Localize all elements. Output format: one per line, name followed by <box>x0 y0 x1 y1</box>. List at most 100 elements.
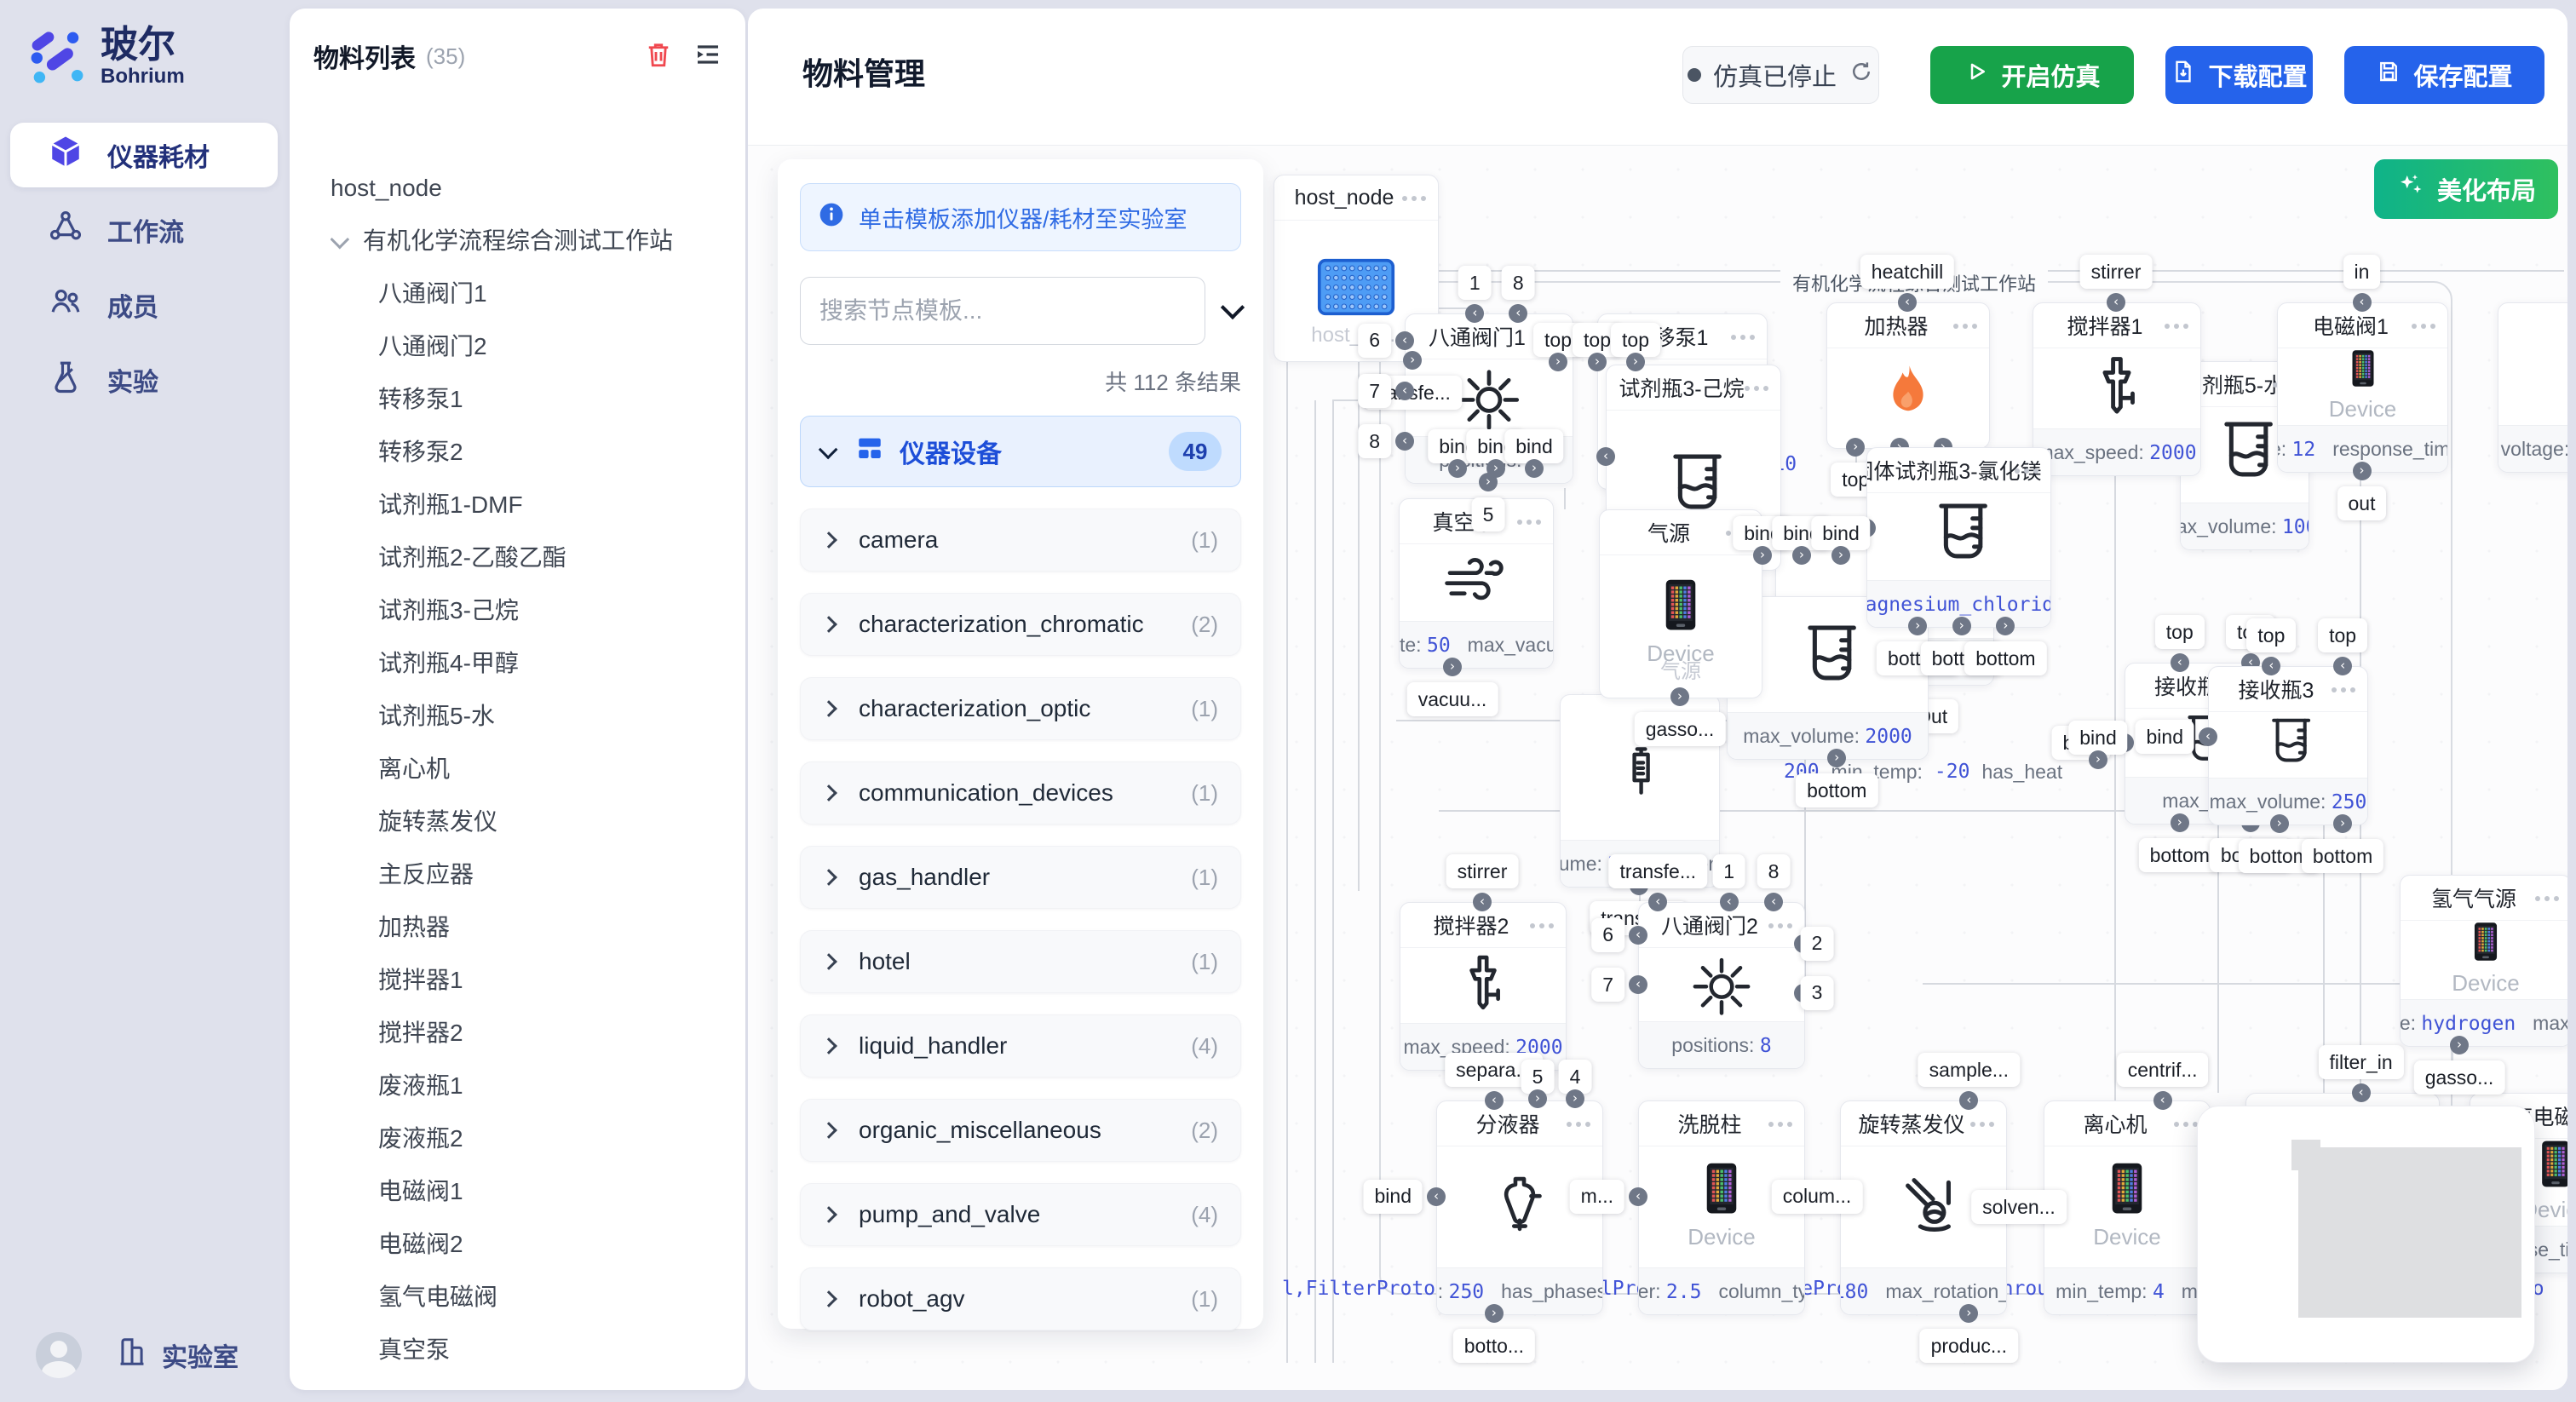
port-connector-icon[interactable]: › <box>1626 353 1645 371</box>
port-pill[interactable]: top <box>2318 618 2367 652</box>
port-connector-icon[interactable]: ‹ <box>2352 1083 2371 1102</box>
port-pill[interactable]: colum... <box>1772 1180 1863 1214</box>
port-pill[interactable]: bind <box>1504 429 1563 463</box>
canvas-node-搅拌器1[interactable]: 搅拌器1max_speed: 2000 <box>2033 302 2201 476</box>
port-pill[interactable]: bottom <box>2302 839 2383 873</box>
port-pill[interactable]: 5 <box>1472 497 1505 531</box>
node-menu-icon[interactable] <box>2332 687 2355 692</box>
port-connector-icon[interactable]: › <box>1792 546 1811 565</box>
port-pill[interactable]: transfe... <box>1609 854 1707 888</box>
port-pill[interactable]: out <box>2337 486 2387 520</box>
node-menu-icon[interactable] <box>2535 896 2559 901</box>
minimap[interactable] <box>2197 1106 2535 1363</box>
port-pill[interactable]: filter_in <box>2319 1045 2404 1079</box>
category-row-hotel[interactable]: hotel(1) <box>800 930 1241 993</box>
node-menu-icon[interactable] <box>2412 324 2435 329</box>
canvas-node-八通阀门2[interactable]: 八通阀门2positions: 8 <box>1638 902 1805 1069</box>
tree-item[interactable]: 八通阀门2 <box>331 320 733 373</box>
port-connector-icon[interactable]: › <box>1831 546 1850 565</box>
port-connector-icon[interactable]: ‹ <box>1720 893 1739 911</box>
sidebar-item-experiments[interactable]: 实验 <box>10 348 278 412</box>
node-menu-icon[interactable] <box>1567 1122 1590 1127</box>
tree-item[interactable]: 废液瓶1 <box>331 1060 733 1112</box>
port-pill[interactable]: 5 <box>1521 1060 1555 1094</box>
tree-item[interactable]: 试剂瓶2-乙酸乙酯 <box>331 531 733 584</box>
port-pill[interactable]: botto... <box>1453 1329 1535 1363</box>
tree-item[interactable]: 搅拌器1 <box>331 954 733 1007</box>
port-pill[interactable]: m... <box>1570 1180 1624 1214</box>
tree-item[interactable]: 真空泵 <box>331 1324 733 1376</box>
tree-item[interactable]: 氢气电磁阀 <box>331 1271 733 1324</box>
port-pill[interactable]: sample... <box>1918 1053 2020 1087</box>
node-menu-icon[interactable] <box>1745 386 1768 391</box>
category-row-gas_handler[interactable]: gas_handler(1) <box>800 846 1241 909</box>
port-connector-icon[interactable]: ‹ <box>1395 331 1414 350</box>
tree-item[interactable]: 搅拌器2 <box>331 1007 733 1060</box>
port-pill[interactable]: bottom <box>2139 838 2221 872</box>
port-pill[interactable]: bottom <box>1964 641 2046 675</box>
port-pill[interactable]: bind <box>2136 720 2194 754</box>
port-pill[interactable]: in <box>2343 255 2381 289</box>
port-pill[interactable]: bind <box>1364 1180 1423 1214</box>
start-simulation-button[interactable]: 开启仿真 <box>1930 46 2134 104</box>
port-pill[interactable]: gasso... <box>1635 712 1726 746</box>
node-menu-icon[interactable] <box>1530 923 1554 928</box>
simulation-status-pill[interactable]: 仿真已停止 <box>1682 46 1879 104</box>
port-connector-icon[interactable]: ‹ <box>1898 293 1917 312</box>
port-connector-icon[interactable]: › <box>2333 814 2352 833</box>
node-menu-icon[interactable] <box>1970 1122 1994 1127</box>
port-connector-icon[interactable]: ‹ <box>1485 1091 1504 1110</box>
tree-item[interactable]: 试剂瓶4-甲醇 <box>331 637 733 690</box>
port-connector-icon[interactable]: ‹ <box>1764 893 1783 911</box>
port-connector-icon[interactable]: ‹ <box>2107 293 2125 312</box>
port-connector-icon[interactable]: ‹ <box>2353 293 2372 312</box>
canvas-node-hidden[interactable]: voltage: 12 <box>2498 302 2567 473</box>
collapse-panel-icon[interactable] <box>693 39 723 74</box>
tree-group[interactable]: 有机化学流程综合测试工作站 <box>331 215 733 267</box>
port-pill[interactable]: solven... <box>1971 1190 2067 1224</box>
tree-item[interactable]: 试剂瓶5-水 <box>331 690 733 743</box>
port-connector-icon[interactable]: › <box>1670 687 1689 706</box>
port-pill[interactable]: heatchill <box>1860 255 1954 289</box>
port-connector-icon[interactable]: › <box>1566 1089 1584 1108</box>
beautify-layout-button[interactable]: 美化布局 <box>2374 159 2558 219</box>
port-connector-icon[interactable]: ‹ <box>1427 1187 1446 1206</box>
tree-item[interactable]: 试剂瓶1-DMF <box>331 479 733 531</box>
category-row-robot_agv[interactable]: robot_agv(1) <box>800 1267 1241 1330</box>
tree-item[interactable]: 主反应器 <box>331 848 733 901</box>
port-pill[interactable]: top <box>2155 615 2205 649</box>
node-menu-icon[interactable] <box>1768 923 1792 928</box>
sidebar-item-instruments[interactable]: 仪器耗材 <box>10 123 278 187</box>
category-group-instruments[interactable]: 仪器设备 49 <box>800 416 1241 487</box>
sidebar-item-members[interactable]: 成员 <box>10 273 278 337</box>
refresh-icon[interactable] <box>1849 59 1874 91</box>
port-pill[interactable]: centrif... <box>2117 1053 2209 1087</box>
tree-item[interactable]: 旋转蒸发仪 <box>331 796 733 848</box>
node-menu-icon[interactable] <box>1953 324 1977 329</box>
port-pill[interactable]: 2 <box>1801 927 1834 961</box>
category-row-organic_miscellaneous[interactable]: organic_miscellaneous(2) <box>800 1099 1241 1162</box>
port-pill[interactable]: top <box>1611 323 1660 357</box>
port-pill[interactable]: produc... <box>1920 1329 2019 1363</box>
canvas-node-氢气气源[interactable]: 氢气气源Device_type: hydrogenmax_pre <box>2400 875 2567 1047</box>
canvas-node-加热器[interactable]: 加热器 <box>1826 302 1990 449</box>
port-connector-icon[interactable]: › <box>1443 658 1462 676</box>
node-menu-icon[interactable] <box>1517 520 1541 525</box>
node-menu-icon[interactable] <box>1402 196 1426 201</box>
tree-item[interactable]: 电磁阀1 <box>331 1165 733 1218</box>
category-row-communication_devices[interactable]: communication_devices(1) <box>800 761 1241 825</box>
port-connector-icon[interactable]: › <box>2171 813 2189 832</box>
sidebar-item-workflow[interactable]: 工作流 <box>10 198 278 262</box>
port-connector-icon[interactable]: › <box>1952 617 1971 635</box>
port-connector-icon[interactable]: › <box>1525 459 1544 478</box>
port-connector-icon[interactable]: › <box>1588 353 1607 371</box>
port-connector-icon[interactable]: › <box>1753 546 1772 565</box>
search-input[interactable] <box>800 277 1205 345</box>
tree-item[interactable]: 试剂瓶3-己烷 <box>331 584 733 637</box>
category-row-characterization_chromatic[interactable]: characterization_chromatic(2) <box>800 593 1241 656</box>
port-connector-icon[interactable]: › <box>1486 459 1505 478</box>
port-pill[interactable]: stirrer <box>2080 255 2153 289</box>
tree-item[interactable]: 离心机 <box>331 743 733 796</box>
lab-switcher[interactable]: 实验室 <box>116 1336 239 1375</box>
port-pill[interactable]: 6 <box>1358 324 1391 358</box>
